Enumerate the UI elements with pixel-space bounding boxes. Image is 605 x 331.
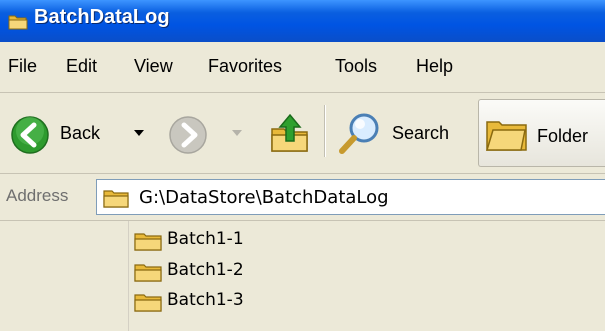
folder-name: Batch1-1 [167, 229, 244, 249]
back-dropdown-icon[interactable] [134, 130, 144, 138]
toolbar-separator [324, 105, 326, 157]
folder-icon [134, 264, 162, 282]
search-label: Search [392, 123, 450, 143]
menu-tools[interactable]: Tools [335, 56, 377, 77]
search-button[interactable]: Search [334, 103, 468, 163]
folders-button[interactable]: Folder [478, 99, 605, 167]
address-label: Address [6, 186, 69, 205]
up-folder-icon[interactable] [268, 111, 312, 155]
folder-name: Batch1-3 [167, 290, 244, 310]
menu-file[interactable]: File [8, 56, 37, 77]
pane-divider [128, 221, 129, 331]
address-field[interactable]: G:\DataStore\BatchDataLog [96, 179, 605, 215]
address-bar: Address G:\DataStore\BatchDataLog [0, 174, 605, 221]
toolbar: Back Search Folder [0, 93, 605, 174]
folder-icon [134, 294, 162, 312]
folder-icon [134, 233, 162, 251]
menu-bar: File Edit View Favorites Tools Help [0, 42, 605, 93]
address-value: G:\DataStore\BatchDataLog [139, 187, 389, 208]
menu-edit[interactable]: Edit [66, 56, 97, 77]
forward-dropdown-icon[interactable] [232, 130, 242, 138]
menu-view[interactable]: View [134, 56, 173, 77]
menu-favorites[interactable]: Favorites [208, 56, 282, 77]
window-folder-icon [8, 15, 28, 30]
back-arrow-icon [11, 116, 49, 154]
folder-view: Batch1-1 Batch1-2 Batch1-3 [0, 221, 605, 331]
search-magnifier-icon [339, 113, 379, 154]
address-folder-icon [103, 190, 129, 208]
folders-icon [485, 121, 527, 151]
folders-label: Folder [537, 126, 589, 146]
title-bar[interactable]: BatchDataLog [0, 0, 605, 42]
forward-arrow-icon[interactable] [168, 115, 208, 155]
back-label: Back [60, 123, 101, 143]
folder-name: Batch1-2 [167, 260, 244, 280]
menu-help[interactable]: Help [416, 56, 453, 77]
window-title: BatchDataLog [34, 6, 170, 28]
